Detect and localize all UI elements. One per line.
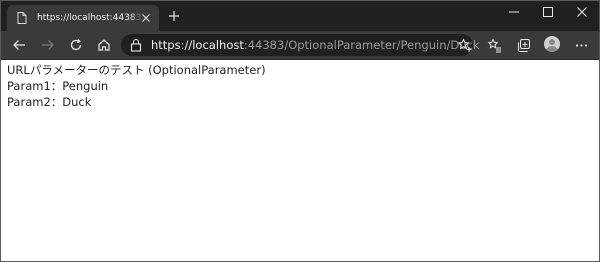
param2-text: Param2：Duck (7, 95, 92, 109)
profile-avatar[interactable] (544, 36, 560, 52)
minimize-icon[interactable] (497, 1, 531, 23)
close-window-icon[interactable] (565, 1, 599, 23)
add-favorite-icon[interactable] (456, 37, 472, 53)
page-content: URLパラメーターのテスト (OptionalParameter) Param1… (1, 60, 599, 110)
lock-icon[interactable] (130, 38, 142, 52)
home-icon[interactable] (95, 36, 113, 54)
close-tab-icon[interactable] (139, 11, 153, 25)
forward-arrow-icon[interactable] (39, 36, 57, 54)
tab-title: https://localhost:44383/Optional (37, 13, 143, 23)
more-options-icon[interactable] (573, 37, 589, 53)
window-controls (497, 1, 599, 23)
url-scheme: https:// (151, 38, 193, 52)
param1-text: Param1：Penguin (7, 79, 109, 93)
browser-tab[interactable]: https://localhost:44383/Optional (7, 5, 159, 31)
browser-window: https://localhost:44383/Optional (0, 0, 600, 262)
new-tab-icon[interactable] (165, 7, 183, 25)
maximize-icon[interactable] (531, 1, 565, 23)
url-text[interactable]: https://localhost:44383/OptionalParamete… (151, 38, 479, 52)
url-path: :44383/OptionalParameter/Penguin/Duck (243, 38, 480, 52)
tab-strip: https://localhost:44383/Optional (1, 1, 599, 31)
favorites-icon[interactable] (486, 37, 502, 53)
browser-toolbar: https://localhost:44383/OptionalParamete… (1, 31, 599, 60)
collections-icon[interactable] (515, 37, 531, 53)
address-bar[interactable]: https://localhost:44383/OptionalParamete… (121, 34, 479, 56)
url-host: localhost (192, 38, 244, 52)
back-arrow-icon[interactable] (10, 36, 28, 54)
page-icon (15, 11, 29, 25)
page-heading: URLパラメーターのテスト (OptionalParameter) (7, 63, 266, 77)
refresh-icon[interactable] (67, 36, 85, 54)
